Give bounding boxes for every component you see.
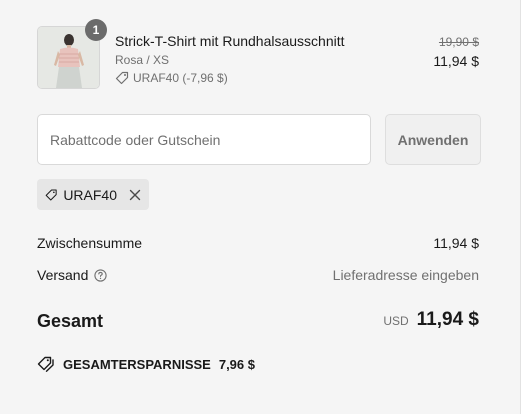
line-discount-text: URAF40 (-7,96 $) — [133, 71, 228, 85]
line-discount: URAF40 (-7,96 $) — [115, 71, 228, 85]
total-label: Gesamt — [37, 311, 104, 331]
close-icon — [129, 189, 141, 200]
applied-discount-code: URAF40 — [63, 186, 117, 203]
subtotal-label: Zwischensumme — [37, 235, 143, 251]
tag-icon — [115, 71, 129, 85]
discounted-price: 11,94 $ — [433, 53, 479, 69]
product-title: Strick-T-Shirt mit Rundhalsausschnitt — [115, 33, 345, 49]
original-price: 19,90 $ — [438, 35, 479, 49]
double-tag-icon — [37, 356, 54, 372]
apply-discount-button[interactable]: Anwenden — [385, 114, 481, 165]
shipping-label: Versand — [37, 267, 89, 283]
subtotal-value: 11,94 $ — [433, 235, 479, 251]
order-summary-panel: 1 Strick-T-Shirt mit Rundhalsausschnitt … — [0, 0, 521, 414]
applied-discount-chip: URAF40 — [37, 179, 149, 210]
total-amount-group: USD 11,94 $ — [383, 309, 479, 331]
remove-discount-button[interactable] — [129, 189, 141, 201]
total-savings: GESAMTERSPARNISSE 7,96 $ — [37, 356, 255, 372]
quantity-badge: 1 — [85, 19, 107, 41]
discount-code-input[interactable] — [37, 114, 371, 165]
total-amount: 11,94 $ — [416, 309, 479, 330]
tag-icon — [45, 188, 57, 201]
question-circle-icon[interactable] — [94, 268, 108, 282]
currency-code: USD — [383, 314, 409, 328]
product-variant: Rosa / XS — [115, 53, 170, 67]
savings-label: GESAMTERSPARNISSE — [63, 356, 211, 372]
shipping-row: Versand — [37, 267, 108, 283]
shipping-value: Lieferadresse eingeben — [332, 267, 479, 283]
savings-value: 7,96 $ — [218, 356, 255, 372]
